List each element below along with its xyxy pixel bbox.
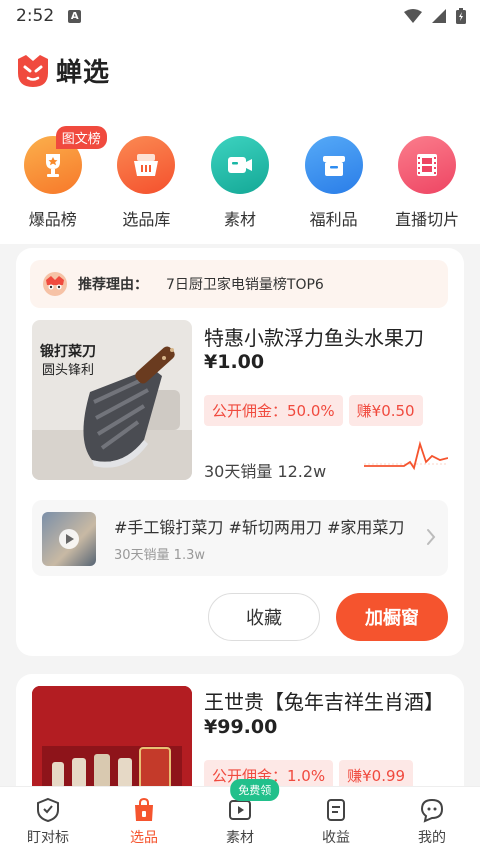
product-title[interactable]: 特惠小款浮力鱼头水果刀	[204, 322, 450, 351]
shopping-bag-icon	[135, 797, 153, 821]
sales-count: 30天销量 12.2w	[204, 462, 327, 481]
video-sales: 30天销量 1.3w	[114, 548, 205, 563]
category-hot-list[interactable]: 图文榜 爆品榜	[10, 126, 107, 230]
category-label: 素材	[223, 210, 256, 229]
mascot-icon	[43, 272, 67, 296]
nav-label: 选品	[130, 830, 158, 846]
image-caption: 锻打菜刀	[40, 343, 96, 360]
chevron-right-icon	[427, 529, 436, 545]
product-title[interactable]: 王世贵【兔年吉祥生肖酒】	[204, 686, 450, 715]
category-material[interactable]: 素材	[197, 136, 283, 230]
app-logo: 蝉选	[14, 52, 110, 89]
video-thumbnail[interactable]	[42, 512, 96, 566]
nav-item-material[interactable]: 免费领 素材	[192, 779, 288, 853]
product-image[interactable]: 锻打菜刀 圆头锋利	[32, 320, 192, 480]
status-time: 2:52	[16, 6, 55, 26]
notification-icon: A	[68, 9, 82, 23]
recommend-reason: 推荐理由： 7日厨卫家电销量榜TOP6	[30, 260, 448, 308]
wifi-icon	[404, 9, 422, 23]
nav-label: 盯对标	[27, 830, 69, 846]
product-price: ¥1.00	[204, 351, 265, 373]
image-caption: 圆头锋利	[42, 362, 94, 377]
product-card[interactable]: 推荐理由： 7日厨卫家电销量榜TOP6 锻打菜刀 圆头锋利 特惠小款浮力鱼头水果…	[16, 248, 464, 656]
nav-item-mine[interactable]: 我的	[384, 787, 480, 853]
status-bar: 2:52 A	[0, 0, 480, 32]
related-video[interactable]: #手工锻打菜刀 #斩切两用刀 #家用菜刀 30天销量 1.3w	[32, 500, 448, 576]
chat-face-icon	[420, 798, 444, 823]
cicada-logo-icon	[18, 54, 48, 87]
signal-icon	[432, 9, 446, 23]
category-badge: 图文榜	[55, 126, 107, 149]
category-row: 图文榜 爆品榜 选品库 素材 福利品 直播切片	[0, 126, 480, 230]
document-icon	[327, 799, 345, 821]
free-badge: 免费领	[230, 779, 280, 801]
favorite-button[interactable]: 收藏	[208, 593, 320, 641]
video-title: #手工锻打菜刀 #斩切两用刀 #家用菜刀	[114, 518, 405, 537]
category-label: 直播切片	[395, 210, 460, 229]
reason-title: 推荐理由：	[78, 277, 148, 293]
sales-trend-sparkline	[364, 440, 448, 471]
basket-icon	[117, 136, 176, 194]
video-camera-icon	[210, 136, 269, 194]
app-name: 蝉选	[56, 58, 111, 88]
shield-icon	[37, 797, 59, 823]
category-welfare[interactable]: 福利品	[291, 136, 377, 230]
category-label: 选品库	[122, 210, 171, 229]
bottom-nav: 盯对标 选品 免费领 素材 收益 我的	[0, 779, 480, 853]
earn-tag: 赚¥0.50	[348, 395, 423, 426]
add-to-showcase-button[interactable]: 加橱窗	[336, 593, 448, 641]
play-icon	[59, 529, 79, 549]
film-icon	[398, 136, 457, 194]
nav-label: 我的	[418, 830, 446, 846]
reason-text: 7日厨卫家电销量榜TOP6	[166, 277, 324, 293]
battery-icon	[456, 8, 466, 24]
nav-item-selection[interactable]: 选品	[96, 787, 192, 853]
category-live-clips[interactable]: 直播切片	[384, 136, 470, 230]
gift-box-icon	[304, 136, 363, 194]
category-selection-library[interactable]: 选品库	[103, 136, 189, 230]
tag-row: 公开佣金：50.0% 赚¥0.50	[204, 395, 423, 426]
category-label: 福利品	[309, 210, 358, 229]
header: 蝉选 图文榜 爆品榜 选品库 素材 福利品 直播切片	[0, 32, 480, 244]
nav-label: 收益	[322, 830, 350, 846]
nav-label: 素材	[226, 830, 254, 846]
commission-tag: 公开佣金：50.0%	[204, 395, 343, 426]
category-label: 爆品榜	[28, 210, 77, 229]
product-price: ¥99.00	[204, 716, 278, 738]
nav-item-benchmark[interactable]: 盯对标	[0, 787, 96, 853]
nav-item-earnings[interactable]: 收益	[288, 787, 384, 853]
